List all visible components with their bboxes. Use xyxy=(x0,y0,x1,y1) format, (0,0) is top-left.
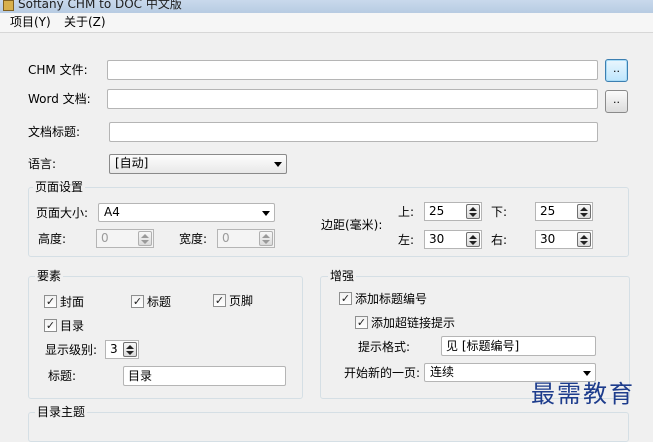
new-page-label: 开始新的一页: xyxy=(344,366,421,380)
tip-format-label: 提示格式: xyxy=(358,340,411,354)
right-margin-label: 右: xyxy=(491,233,508,247)
word-browse-button[interactable]: .. xyxy=(605,90,628,113)
check-icon: ✓ xyxy=(132,295,143,308)
tip-format-input[interactable]: 见 [标题编号] xyxy=(441,336,596,356)
width-value: 0 xyxy=(222,231,230,245)
margins-label: 边距(毫米): xyxy=(321,218,383,232)
watermark-text: 最需教育 xyxy=(531,380,635,408)
spin-arrows-icon[interactable] xyxy=(466,204,480,219)
width-spinner[interactable]: 0 xyxy=(217,229,275,248)
check-icon: ✓ xyxy=(340,292,351,305)
add-hyperlink-tip-checkbox[interactable]: ✓ xyxy=(355,316,368,329)
title-bar: Softany CHM to DOC 中文版 xyxy=(0,0,653,13)
top-margin-label: 上: xyxy=(398,205,415,219)
spin-arrows-icon[interactable] xyxy=(577,232,591,247)
bottom-margin-spinner[interactable]: 25 xyxy=(535,202,593,221)
top-margin-spinner[interactable]: 25 xyxy=(424,202,482,221)
check-icon: ✓ xyxy=(214,294,225,307)
title-checkbox-label: 标题 xyxy=(147,295,172,309)
chm-browse-button[interactable]: .. xyxy=(605,59,628,82)
left-margin-value: 30 xyxy=(429,232,445,246)
toc-heading-input[interactable]: 目录 xyxy=(123,366,286,386)
menu-item-about[interactable]: 关于(Z) xyxy=(64,15,106,30)
height-spinner[interactable]: 0 xyxy=(96,229,154,248)
bottom-margin-value: 25 xyxy=(540,204,556,218)
left-margin-spinner[interactable]: 30 xyxy=(424,230,482,249)
word-file-label: Word 文档: xyxy=(28,92,91,106)
title-checkbox[interactable]: ✓ xyxy=(131,295,144,308)
toc-heading-label: 标题: xyxy=(48,369,77,383)
toc-checkbox[interactable]: ✓ xyxy=(44,319,57,332)
page-size-value: A4 xyxy=(104,205,120,219)
spin-arrows-icon[interactable] xyxy=(577,204,591,219)
toc-label: 目录 xyxy=(60,319,85,333)
chevron-down-icon xyxy=(274,162,282,167)
language-label: 语言: xyxy=(28,157,57,171)
top-margin-value: 25 xyxy=(429,204,445,218)
cover-checkbox[interactable]: ✓ xyxy=(44,295,57,308)
language-select[interactable]: [自动] xyxy=(109,154,287,174)
cover-label: 封面 xyxy=(60,295,85,309)
doc-title-input[interactable] xyxy=(109,122,598,142)
footer-checkbox[interactable]: ✓ xyxy=(213,294,226,307)
new-page-value: 连续 xyxy=(430,365,455,379)
display-level-label: 显示级别: xyxy=(45,343,98,357)
spin-arrows-icon[interactable] xyxy=(138,231,152,246)
page-setup-group-label: 页面设置 xyxy=(33,180,86,194)
enhance-group-label: 增强 xyxy=(328,269,357,283)
page-size-label: 页面大小: xyxy=(36,206,89,220)
elements-group-label: 要素 xyxy=(35,269,64,283)
height-label: 高度: xyxy=(38,232,67,246)
spin-arrows-icon[interactable] xyxy=(123,342,137,357)
display-level-value: 3 xyxy=(110,342,118,356)
menu-bar: 项目(Y) 关于(Z) xyxy=(0,13,653,33)
add-hyperlink-tip-label: 添加超链接提示 xyxy=(371,316,456,330)
add-heading-number-checkbox[interactable]: ✓ xyxy=(339,292,352,305)
height-value: 0 xyxy=(101,231,109,245)
footer-label: 页脚 xyxy=(229,294,254,308)
toc-theme-group-label: 目录主题 xyxy=(35,405,88,419)
toc-theme-group xyxy=(28,412,629,442)
spin-arrows-icon[interactable] xyxy=(259,231,273,246)
display-level-spinner[interactable]: 3 xyxy=(105,340,139,359)
app-icon xyxy=(3,0,14,11)
right-margin-spinner[interactable]: 30 xyxy=(535,230,593,249)
left-margin-label: 左: xyxy=(398,233,415,247)
check-icon: ✓ xyxy=(356,316,367,329)
word-file-input[interactable] xyxy=(107,89,598,109)
check-icon: ✓ xyxy=(45,319,56,332)
language-value: [自动] xyxy=(115,156,149,170)
doc-title-label: 文档标题: xyxy=(28,125,81,139)
check-icon: ✓ xyxy=(45,295,56,308)
add-heading-number-label: 添加标题编号 xyxy=(355,292,428,306)
width-label: 宽度: xyxy=(179,232,208,246)
chevron-down-icon xyxy=(262,211,270,216)
chm-file-input[interactable] xyxy=(107,60,598,80)
spin-arrows-icon[interactable] xyxy=(466,232,480,247)
chm-file-label: CHM 文件: xyxy=(28,63,88,77)
window-title: Softany CHM to DOC 中文版 xyxy=(18,0,182,11)
page-size-select[interactable]: A4 xyxy=(98,203,275,222)
bottom-margin-label: 下: xyxy=(491,205,508,219)
menu-item-project[interactable]: 项目(Y) xyxy=(10,15,51,30)
right-margin-value: 30 xyxy=(540,232,556,246)
